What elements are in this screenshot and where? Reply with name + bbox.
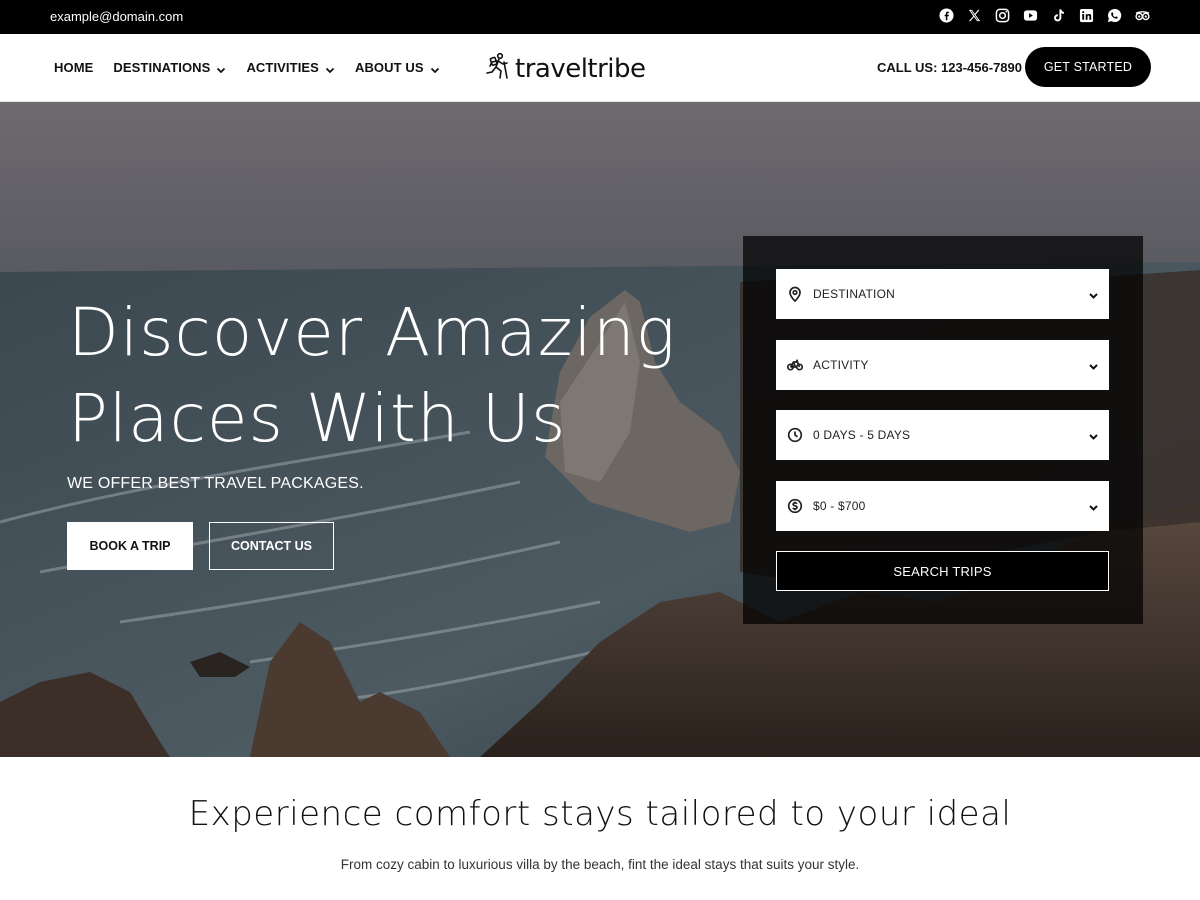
duration-select[interactable]: 0 DAYS - 5 DAYS bbox=[776, 410, 1109, 460]
call-us-text: CALL US: 123-456-7890 bbox=[877, 60, 1022, 75]
main-header: HOME DESTINATIONS ACTIVITIES ABOUT US tr… bbox=[0, 34, 1200, 102]
whatsapp-icon[interactable] bbox=[1107, 8, 1122, 23]
destination-select-value: DESTINATION bbox=[813, 287, 895, 301]
nav-item-home[interactable]: HOME bbox=[54, 60, 93, 75]
tiktok-icon[interactable] bbox=[1051, 8, 1066, 23]
hero-title-line-1: Discover Amazing bbox=[68, 294, 677, 371]
top-bar: example@domain.com bbox=[0, 0, 1200, 34]
nav-item-destinations[interactable]: DESTINATIONS bbox=[113, 60, 226, 75]
duration-select-value: 0 DAYS - 5 DAYS bbox=[813, 428, 911, 442]
get-started-button[interactable]: GET STARTED bbox=[1025, 47, 1151, 87]
contact-us-button[interactable]: CONTACT US bbox=[209, 522, 334, 570]
hiker-logo-icon bbox=[483, 51, 513, 86]
linkedin-icon[interactable] bbox=[1079, 8, 1094, 23]
social-links bbox=[939, 8, 1150, 23]
price-select[interactable]: $0 - $700 bbox=[776, 481, 1109, 531]
x-icon[interactable] bbox=[967, 8, 982, 23]
chevron-down-icon bbox=[1088, 500, 1099, 511]
main-nav: HOME DESTINATIONS ACTIVITIES ABOUT US bbox=[54, 60, 440, 75]
nav-item-about-us[interactable]: ABOUT US bbox=[355, 60, 440, 75]
hero-subtitle: WE OFFER BEST TRAVEL PACKAGES. bbox=[67, 475, 364, 492]
tripadvisor-icon[interactable] bbox=[1135, 8, 1150, 23]
section-title: Experience comfort stays tailored to you… bbox=[188, 794, 1012, 834]
facebook-icon[interactable] bbox=[939, 8, 954, 23]
email-link[interactable]: example@domain.com bbox=[50, 9, 183, 24]
chevron-down-icon bbox=[1088, 288, 1099, 299]
hero-section: Discover Amazing Places With Us WE OFFER… bbox=[0, 102, 1200, 757]
book-a-trip-button[interactable]: BOOK A TRIP bbox=[67, 522, 193, 570]
bicycle-icon bbox=[787, 357, 803, 373]
clock-icon bbox=[787, 427, 803, 443]
dollar-icon bbox=[787, 498, 803, 514]
hero-title-line-2: Places With Us bbox=[68, 380, 567, 457]
site-logo[interactable]: traveltribe bbox=[483, 51, 646, 86]
section-subtitle: From cozy cabin to luxurious villa by th… bbox=[340, 857, 860, 872]
chevron-down-icon bbox=[216, 63, 226, 73]
nav-item-activities[interactable]: ACTIVITIES bbox=[246, 60, 335, 75]
activity-select-value: ACTIVITY bbox=[813, 358, 869, 372]
destination-select[interactable]: DESTINATION bbox=[776, 269, 1109, 319]
hero-title: Discover Amazing Places With Us bbox=[68, 290, 728, 462]
chevron-down-icon bbox=[430, 63, 440, 73]
nav-item-label: HOME bbox=[54, 60, 94, 75]
search-trips-button[interactable]: SEARCH TRIPS bbox=[776, 551, 1109, 591]
chevron-down-icon bbox=[1088, 429, 1099, 440]
price-select-value: $0 - $700 bbox=[813, 499, 866, 513]
chevron-down-icon bbox=[325, 63, 335, 73]
nav-item-label: ACTIVITIES bbox=[246, 60, 319, 75]
logo-text: traveltribe bbox=[515, 53, 646, 84]
nav-item-label: ABOUT US bbox=[354, 60, 424, 75]
youtube-icon[interactable] bbox=[1023, 8, 1038, 23]
location-pin-icon bbox=[787, 286, 803, 302]
trip-search-panel: DESTINATION ACTIVITY 0 DAYS - 5 DAYS $0 … bbox=[743, 236, 1143, 624]
activity-select[interactable]: ACTIVITY bbox=[776, 340, 1109, 390]
nav-item-label: DESTINATIONS bbox=[113, 60, 211, 75]
instagram-icon[interactable] bbox=[995, 8, 1010, 23]
chevron-down-icon bbox=[1088, 359, 1099, 370]
